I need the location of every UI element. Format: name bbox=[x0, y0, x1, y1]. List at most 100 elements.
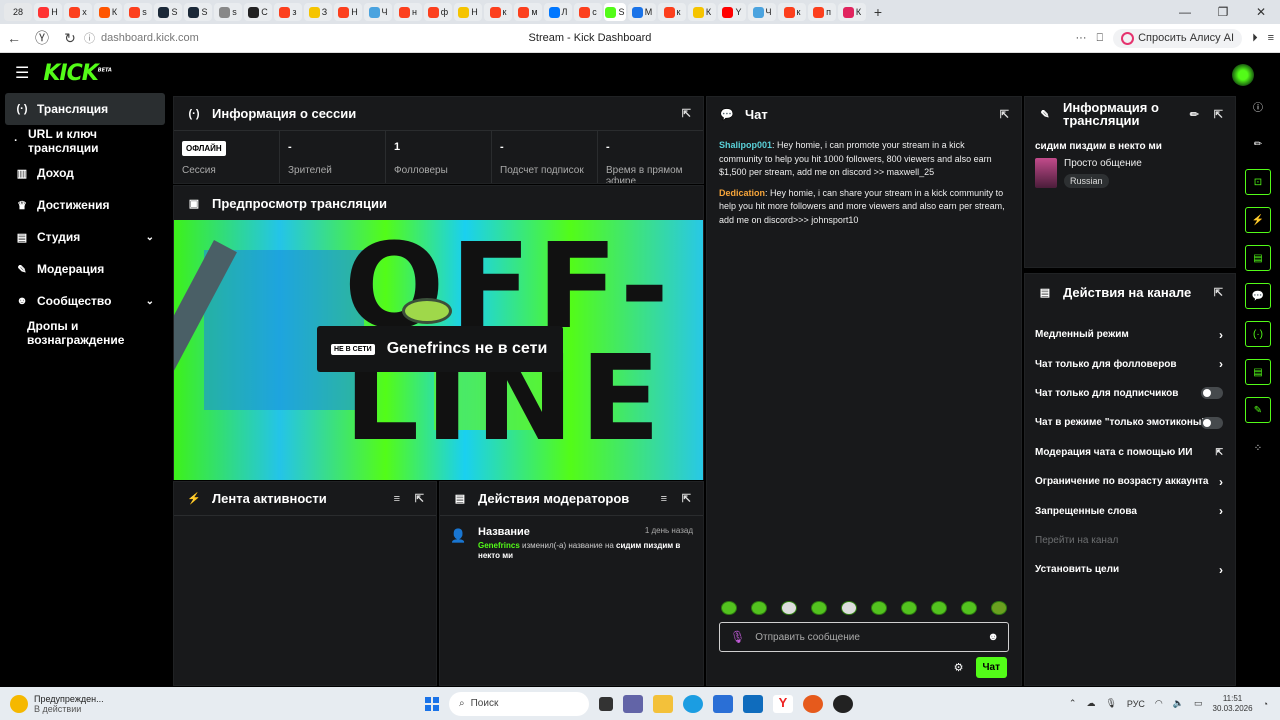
outlook-icon[interactable] bbox=[743, 694, 763, 713]
close-icon[interactable]: ✕ bbox=[1242, 0, 1280, 24]
channel-action-item[interactable]: Медленный режим › bbox=[1025, 320, 1235, 349]
browser-tab[interactable]: Ч bbox=[748, 3, 776, 21]
channel-action-item[interactable]: Чат только для подписчиков bbox=[1025, 379, 1235, 408]
browser-tab[interactable]: s bbox=[214, 3, 242, 21]
edge-icon[interactable] bbox=[683, 694, 703, 713]
task-view-icon[interactable] bbox=[599, 696, 613, 711]
chevron-down-icon[interactable]: ⌄ bbox=[146, 296, 154, 307]
pencil-icon[interactable]: ✏ bbox=[1245, 131, 1271, 157]
browser-tab[interactable]: S bbox=[184, 3, 212, 21]
alice-button[interactable]: Спросить Алису AI bbox=[1113, 28, 1243, 48]
windows-start-icon[interactable] bbox=[425, 696, 439, 711]
browser-tab[interactable]: К bbox=[838, 3, 866, 21]
bookmark-icon[interactable]: ⎕ bbox=[1097, 32, 1104, 45]
sidebar-item-1[interactable]: · URL и ключ трансляции bbox=[0, 125, 170, 157]
restore-icon[interactable]: ❐ bbox=[1204, 0, 1242, 24]
browser-tab[interactable]: 28 bbox=[4, 3, 32, 21]
filter-icon[interactable]: ≡ bbox=[661, 493, 667, 505]
browser-tab[interactable]: Н bbox=[334, 3, 362, 21]
emote-icon[interactable] bbox=[781, 601, 797, 615]
browser-tab[interactable]: S bbox=[604, 3, 626, 21]
chat-username[interactable]: Dedication bbox=[719, 188, 765, 198]
volume-icon[interactable]: 🔈 bbox=[1173, 698, 1184, 709]
browser-tab[interactable]: К bbox=[688, 3, 716, 21]
toggle-switch[interactable] bbox=[1201, 416, 1223, 429]
browser-tab[interactable]: x bbox=[64, 3, 92, 21]
language-indicator[interactable]: РУС bbox=[1127, 699, 1145, 709]
channel-icon[interactable]: ▤ bbox=[1245, 359, 1271, 385]
wrench-icon[interactable]: ✎ bbox=[1245, 397, 1271, 423]
sidebar-item-7[interactable]: Дропы и вознаграждение bbox=[0, 317, 170, 349]
gear-icon[interactable]: ⚙ bbox=[954, 661, 964, 674]
browser-tab[interactable]: Н bbox=[454, 3, 482, 21]
chat-username[interactable]: Shalipop001 bbox=[719, 140, 772, 150]
notifications-icon[interactable]: ◔ bbox=[1263, 699, 1268, 709]
browser-tab[interactable]: к bbox=[778, 3, 806, 21]
channel-action-item[interactable]: Установить цели › bbox=[1025, 555, 1235, 584]
browser-tab[interactable]: Ч bbox=[364, 3, 392, 21]
browser-tab[interactable]: Л bbox=[544, 3, 572, 21]
wifi-icon[interactable]: ◠ bbox=[1155, 698, 1163, 709]
sidebar-item-0[interactable]: (·) Трансляция bbox=[5, 93, 165, 125]
sidebar-item-3[interactable]: ♛ Достижения bbox=[0, 189, 170, 221]
emote-icon[interactable] bbox=[931, 601, 947, 615]
browser-tab[interactable]: з bbox=[274, 3, 302, 21]
channel-action-item[interactable]: Ограничение по возрасту аккаунта › bbox=[1025, 467, 1235, 496]
chat-icon[interactable]: 💬 bbox=[1245, 283, 1271, 309]
popout-icon[interactable]: ⇱ bbox=[1214, 286, 1223, 299]
browser-tab[interactable]: С bbox=[244, 3, 272, 21]
popout-icon[interactable]: ⇱ bbox=[415, 492, 424, 505]
chevron-down-icon[interactable]: ⌄ bbox=[146, 232, 154, 243]
popout-icon[interactable]: ⇱ bbox=[1214, 108, 1223, 121]
browser-tab[interactable]: Н bbox=[34, 3, 62, 21]
chevron-right-icon[interactable]: › bbox=[1219, 328, 1223, 342]
browser-tab[interactable]: М bbox=[628, 3, 656, 21]
browser-tab[interactable]: З bbox=[304, 3, 332, 21]
mic-icon[interactable]: 🎙 bbox=[1105, 698, 1116, 709]
network-icon[interactable]: ☁ bbox=[1086, 698, 1095, 709]
emote-icon[interactable] bbox=[991, 601, 1007, 615]
send-chat-button[interactable]: Чат bbox=[975, 657, 1007, 678]
channel-action-item[interactable]: Чат только для фолловеров › bbox=[1025, 349, 1235, 378]
menu-icon[interactable]: ≡ bbox=[1268, 32, 1274, 44]
category-name[interactable]: Просто общение bbox=[1064, 158, 1142, 169]
battery-icon[interactable]: ▭ bbox=[1194, 698, 1203, 709]
popout-icon[interactable]: ⇱ bbox=[682, 107, 691, 120]
media-icon[interactable]: ⏵ bbox=[1252, 32, 1258, 45]
sidebar-item-6[interactable]: ☻ Сообщество ⌄ bbox=[0, 285, 170, 317]
emote-icon[interactable] bbox=[841, 601, 857, 615]
channel-action-item[interactable]: Модерация чата с помощью ИИ ⇱ bbox=[1025, 438, 1235, 467]
more-icon[interactable]: ··· bbox=[1076, 32, 1087, 44]
kick-logo[interactable]: KICKBETA bbox=[43, 61, 112, 86]
chat-message-input[interactable]: 🎙 Отправить сообщение ☻ bbox=[719, 622, 1009, 652]
browser-tab[interactable]: к bbox=[658, 3, 686, 21]
log-icon[interactable]: ▤ bbox=[1245, 245, 1271, 271]
chevron-up-icon[interactable]: ⌃ bbox=[1069, 698, 1077, 709]
emote-icon[interactable] bbox=[961, 601, 977, 615]
browser-tab[interactable]: с bbox=[574, 3, 602, 21]
browser-tab[interactable]: п bbox=[808, 3, 836, 21]
chevron-right-icon[interactable]: › bbox=[1219, 563, 1223, 577]
external-link-icon[interactable]: ⇱ bbox=[1215, 447, 1223, 458]
chevron-right-icon[interactable]: › bbox=[1219, 357, 1223, 371]
emote-icon[interactable] bbox=[901, 601, 917, 615]
apps-icon[interactable]: ⁘ bbox=[1245, 435, 1271, 461]
channel-action-item[interactable]: Запрещенные слова › bbox=[1025, 496, 1235, 525]
taskbar-search[interactable]: ⌕ Поиск bbox=[449, 691, 589, 716]
filter-icon[interactable]: ≡ bbox=[394, 493, 400, 505]
channel-action-item[interactable]: Чат в режиме "только эмотиконы" bbox=[1025, 408, 1235, 437]
broadcast-icon[interactable]: (·) bbox=[1245, 321, 1271, 347]
weather-widget[interactable]: Предупрежден... В действии bbox=[10, 694, 104, 714]
browser-tab[interactable]: s bbox=[124, 3, 152, 21]
browser-tab[interactable]: К bbox=[94, 3, 122, 21]
sidebar-item-4[interactable]: ▤ Студия ⌄ bbox=[0, 221, 170, 253]
minimize-icon[interactable]: — bbox=[1166, 0, 1204, 24]
browser-tab[interactable]: к bbox=[484, 3, 512, 21]
emoji-icon[interactable]: ☻ bbox=[987, 631, 999, 643]
emote-icon[interactable] bbox=[751, 601, 767, 615]
user-avatar[interactable] bbox=[1232, 64, 1254, 86]
edit-icon[interactable]: ✏ bbox=[1190, 108, 1199, 121]
browser-tab[interactable]: S bbox=[154, 3, 182, 21]
store-icon[interactable] bbox=[713, 694, 733, 713]
mic-icon[interactable]: 🎙 bbox=[730, 630, 745, 644]
